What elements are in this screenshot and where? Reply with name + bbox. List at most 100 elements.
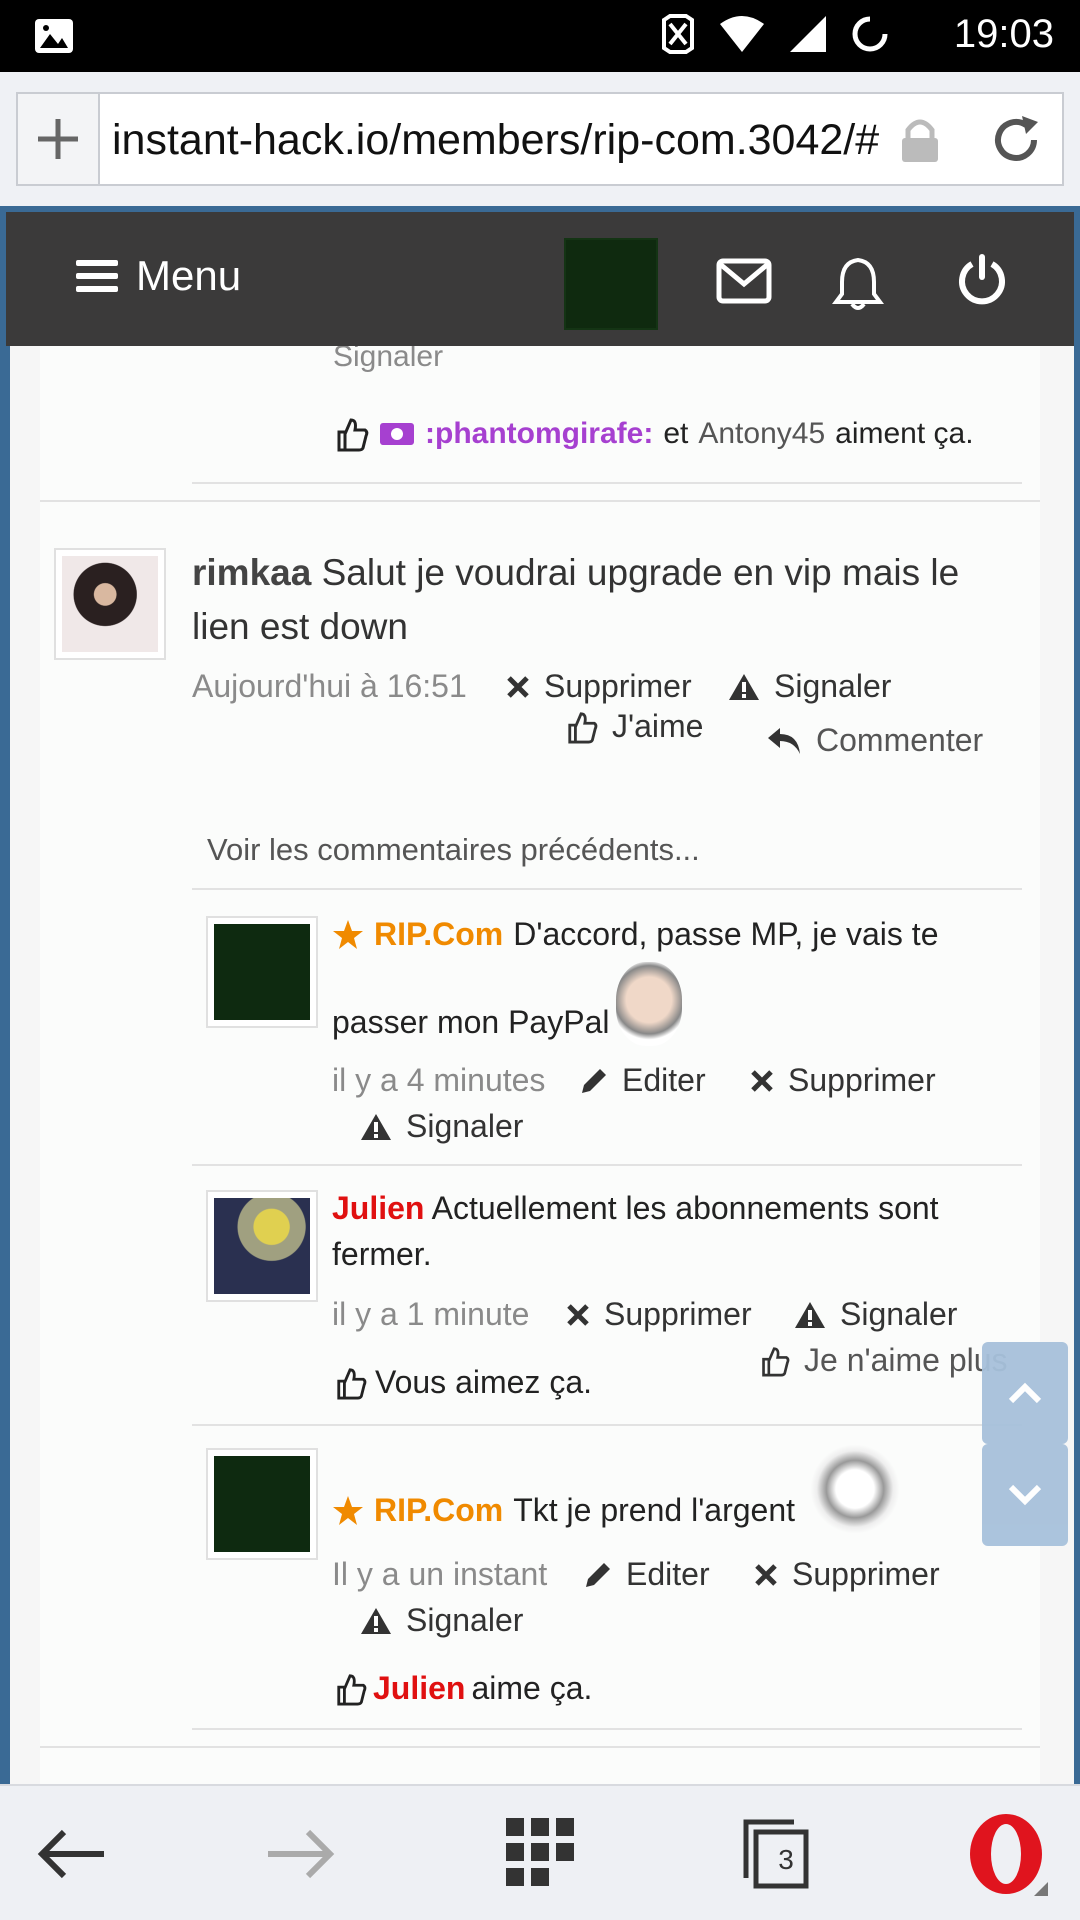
post-text-line2: lien est down (192, 606, 408, 647)
comment-1-edit-button[interactable]: Editer (580, 1062, 706, 1099)
mail-icon[interactable] (716, 258, 772, 308)
ripcom-avatar[interactable] (206, 916, 318, 1028)
money-icon (380, 423, 414, 445)
comment-label: Commenter (816, 722, 984, 758)
report-label: Signaler (840, 1296, 958, 1332)
prev-report-link[interactable]: Signaler (333, 346, 443, 374)
thumbs-up-icon (568, 711, 598, 743)
hamburger-icon (76, 260, 118, 292)
rimkaa-avatar[interactable] (54, 548, 166, 660)
comment-1-delete-button[interactable]: Supprimer (750, 1062, 936, 1099)
comment-1-author[interactable]: RIP.Com (374, 916, 503, 953)
emoji-sticker (616, 962, 682, 1046)
comment-2-unlike-button[interactable]: Je n'aime plus (760, 1342, 1008, 1379)
site-header: Menu (6, 212, 1074, 346)
liker-antony45[interactable]: Antony45 (698, 417, 825, 451)
lock-icon (898, 116, 942, 168)
post-text-line1: Salut je voudrai upgrade en vip mais le (321, 552, 960, 593)
liker-julien[interactable]: Julien (373, 1670, 465, 1707)
scroll-up-button[interactable] (982, 1342, 1068, 1444)
menu-label: Menu (136, 252, 242, 299)
post-like-button[interactable]: J'aime (566, 708, 703, 745)
comment-2-likes-summary: Vous aimez ça. (335, 1364, 592, 1401)
thumbs-up-icon (337, 1367, 367, 1399)
post-report-button[interactable]: Signaler (728, 668, 891, 705)
likes-text: Vous aimez ça. (375, 1364, 592, 1400)
comment-3-delete-button[interactable]: Supprimer (754, 1556, 940, 1593)
nfc-icon (660, 14, 696, 58)
delete-label: Supprimer (544, 668, 692, 704)
pencil-icon (582, 1068, 606, 1093)
likes-suffix: aime ça. (471, 1670, 593, 1706)
ripcom-avatar[interactable] (206, 1448, 318, 1560)
comment-3-author[interactable]: RIP.Com (374, 1492, 503, 1529)
comment-3-edit-button[interactable]: Editer (584, 1556, 710, 1593)
post-message-line1: rimkaa Salut je voudrai upgrade en vip m… (192, 552, 959, 594)
julien-avatar[interactable] (206, 1190, 318, 1302)
comment-3-line1: RIP.Com Tkt je prend l'argent (332, 1492, 795, 1529)
back-arrow-icon[interactable] (34, 1826, 106, 1886)
power-icon[interactable] (956, 252, 1008, 312)
divider (192, 1728, 1022, 1730)
edit-label: Editer (626, 1556, 710, 1592)
reload-icon[interactable] (988, 112, 1044, 172)
new-tab-plus-icon[interactable] (18, 94, 100, 184)
view-previous-comments[interactable]: Voir les commentaires précédents... (207, 832, 700, 868)
post-delete-button[interactable]: Supprimer (506, 668, 692, 705)
address-bar[interactable]: instant-hack.io/members/rip-com.3042/# (16, 92, 1064, 186)
wifi-icon (718, 14, 766, 58)
comment-2-delete-button[interactable]: Supprimer (566, 1296, 752, 1333)
star-icon (333, 1495, 363, 1525)
comment-3-timestamp[interactable]: Il y a un instant (332, 1556, 547, 1593)
status-bar: 19:03 (0, 0, 1080, 72)
page-content: Signaler :phantomgirafe: et Antony45 aim… (10, 346, 1074, 1784)
comment-2-report-button[interactable]: Signaler (794, 1296, 957, 1333)
speed-dial-grid-icon[interactable] (506, 1818, 574, 1890)
scroll-down-button[interactable] (982, 1444, 1068, 1546)
star-icon (333, 919, 363, 949)
x-icon (567, 1303, 589, 1326)
report-label: Signaler (406, 1602, 524, 1638)
post-comment-button[interactable]: Commenter (766, 722, 983, 759)
delete-label: Supprimer (792, 1556, 940, 1592)
comment-2-timestamp[interactable]: il y a 1 minute (332, 1296, 529, 1333)
forward-arrow-icon[interactable] (266, 1826, 338, 1886)
browser-bottom-bar: 3 (0, 1784, 1080, 1920)
likes-suffix: aiment ça. (835, 417, 974, 450)
divider (192, 1424, 1022, 1426)
tabs-button[interactable]: 3 (742, 1818, 810, 1894)
comment-3-report-button[interactable]: Signaler (360, 1602, 523, 1639)
warning-icon (795, 1301, 825, 1328)
comment-2-author[interactable]: Julien (332, 1190, 424, 1226)
comment-1-line1: RIP.Com D'accord, passe MP, je vais te (332, 916, 938, 953)
post-author[interactable]: rimkaa (192, 552, 311, 593)
browser-toolbar: instant-hack.io/members/rip-com.3042/# (0, 72, 1080, 206)
liker-phantomgirafe[interactable]: :phantomgirafe: (425, 417, 653, 451)
signal-icon (788, 14, 828, 58)
url-text[interactable]: instant-hack.io/members/rip-com.3042/# (112, 116, 892, 165)
like-label: J'aime (612, 708, 704, 744)
opera-menu-icon[interactable] (962, 1812, 1054, 1900)
comment-1-timestamp[interactable]: il y a 4 minutes (332, 1062, 545, 1099)
menu-button[interactable]: Menu (76, 252, 241, 300)
bell-icon[interactable] (832, 256, 884, 316)
edit-label: Editer (622, 1062, 706, 1098)
likes-and: et (663, 417, 689, 450)
gallery-icon (34, 18, 74, 58)
user-avatar[interactable] (564, 238, 658, 330)
x-icon (751, 1069, 773, 1092)
comment-2-line1: Julien Actuellement les abonnements sont (332, 1190, 939, 1227)
pencil-icon (586, 1562, 610, 1587)
divider (40, 1746, 1040, 1748)
battery-saver-icon (850, 14, 890, 58)
report-label: Signaler (774, 668, 892, 704)
report-label: Signaler (406, 1108, 524, 1144)
reply-icon (768, 727, 800, 754)
post-timestamp[interactable]: Aujourd'hui à 16:51 (192, 668, 467, 705)
thumbs-up-icon (337, 418, 369, 452)
unlike-label: Je n'aime plus (804, 1342, 1008, 1378)
comment-2-text-line1: Actuellement les abonnements sont (431, 1190, 939, 1226)
comment-1-report-button[interactable]: Signaler (360, 1108, 523, 1145)
warning-icon (361, 1607, 391, 1634)
comment-1-text-line2: passer mon PayPal (332, 1004, 610, 1040)
